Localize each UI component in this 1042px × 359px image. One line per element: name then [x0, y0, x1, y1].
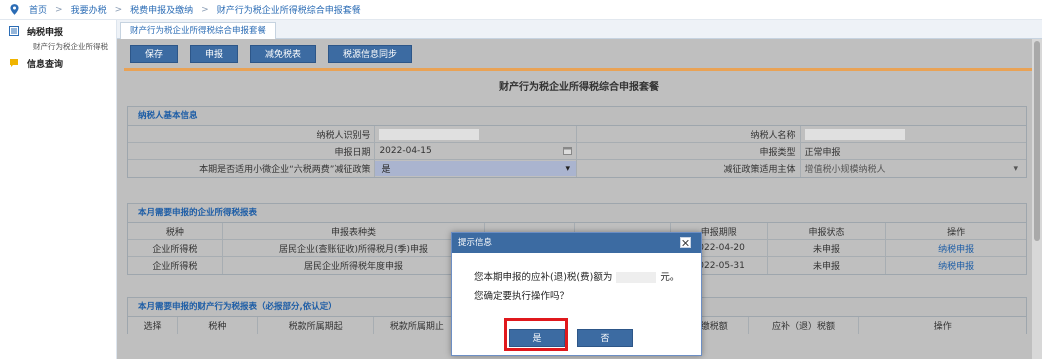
- taxpayer-id-label: 纳税人识别号: [128, 126, 376, 142]
- message-line-1: 您本期申报的应补(退)税(费)额为 元。: [474, 268, 701, 287]
- declare-button[interactable]: 申报: [190, 44, 239, 63]
- masked-amount: [616, 272, 657, 283]
- column-header: 税种: [128, 223, 223, 239]
- breadcrumb-tax-services[interactable]: 我要办税: [71, 3, 107, 16]
- subject-value: 增值税小规模纳税人: [804, 165, 886, 175]
- close-icon[interactable]: [680, 237, 691, 248]
- column-header: 操作: [947, 227, 966, 238]
- declare-date-field[interactable]: 2022-04-15: [375, 143, 577, 159]
- declare-date-label: 申报日期: [128, 143, 376, 159]
- save-button[interactable]: 保存: [130, 44, 179, 63]
- chevron-down-icon: ▾: [565, 163, 570, 174]
- sidebar: 纳税申报 财产行为税企业所得税 信息查询: [0, 20, 117, 359]
- form-type: 居民企业(查账征收)所得税月(季)申报: [223, 240, 486, 256]
- section-title: 纳税人基本信息: [128, 107, 1026, 126]
- breadcrumb-home[interactable]: 首页: [29, 3, 47, 16]
- dialog-title: 提示信息: [458, 238, 493, 248]
- sidebar-group-tax-declare[interactable]: 纳税申报: [0, 23, 116, 39]
- column-header: 税种: [178, 317, 258, 334]
- confirm-no-button[interactable]: 否: [577, 329, 633, 347]
- sidebar-group-label: 信息查询: [27, 59, 64, 70]
- table-row: 纳税人识别号 纳税人名称: [128, 126, 1026, 143]
- confirm-dialog: 提示信息 您本期申报的应补(退)税(费)额为 元。 您确定要执行操作吗？ 是 否: [451, 232, 702, 356]
- page-title: 财产行为税企业所得税综合申报套餐: [499, 82, 659, 93]
- message-line-2: 您确定要执行操作吗？: [474, 291, 570, 302]
- policy-select[interactable]: 是 ▾: [375, 160, 577, 177]
- column-header: 申报状态: [768, 223, 887, 239]
- sidebar-item-property-income-tax[interactable]: 财产行为税企业所得税: [0, 39, 116, 55]
- chat-icon: [10, 59, 18, 67]
- sidebar-group-info-query[interactable]: 信息查询: [0, 55, 116, 71]
- list-icon: [9, 26, 19, 36]
- highlight-box: [504, 318, 568, 351]
- form-type: 居民企业所得税年度申报: [223, 257, 486, 274]
- breadcrumb-separator: >: [201, 4, 209, 15]
- subject-label: 减征政策适用主体: [577, 160, 801, 177]
- breadcrumb-current: 财产行为税企业所得税综合申报套餐: [216, 6, 361, 16]
- taxpayer-id-field[interactable]: [375, 126, 577, 142]
- declare-type-value: 正常申报: [804, 147, 841, 158]
- masked-value: [379, 128, 480, 140]
- declare-link[interactable]: 纳税申报: [886, 257, 1026, 274]
- status-badge: 未申报: [768, 257, 887, 274]
- declare-link[interactable]: 纳税申报: [886, 240, 1026, 256]
- masked-value: [804, 128, 905, 140]
- dialog-message: 您本期申报的应补(退)税(费)额为 元。 您确定要执行操作吗？: [452, 253, 701, 306]
- column-header: 选择: [128, 317, 178, 334]
- tax-type: 企业所得税: [128, 257, 223, 274]
- toolbar: 保存 申报 减免税表 税源信息同步: [117, 39, 1042, 68]
- chevron-down-icon: ▾: [1013, 163, 1018, 174]
- taxpayer-name-label: 纳税人名称: [577, 126, 801, 142]
- message-prefix: 您本期申报的应补(退)税(费)额为: [474, 272, 613, 283]
- column-header: 应补（退）税额: [749, 317, 860, 334]
- dialog-buttons: 是 否: [452, 326, 701, 350]
- column-header: 申报表种类: [223, 223, 486, 239]
- subject-select[interactable]: 增值税小规模纳税人 ▾: [801, 160, 1027, 177]
- taxpayer-basic-info: 纳税人基本信息 纳税人识别号 纳税人名称 申报日期 2022-04-15 申报类…: [127, 106, 1027, 178]
- tax-type: 企业所得税: [128, 240, 223, 256]
- section-title: 本月需要申报的企业所得税报表: [128, 204, 1026, 223]
- table-row: 本期是否适用小微企业“六税两费”减征政策 是 ▾ 减征政策适用主体 增值税小规模纳…: [128, 160, 1026, 177]
- vertical-scrollbar[interactable]: [1032, 39, 1042, 359]
- scrollbar-thumb[interactable]: [1034, 41, 1040, 241]
- table-row: 申报日期 2022-04-15 申报类型 正常申报: [128, 143, 1026, 160]
- column-header: 税款所属期止: [374, 317, 461, 334]
- breadcrumb-separator: >: [55, 4, 63, 15]
- sidebar-group-label: 纳税申报: [27, 27, 64, 38]
- calendar-icon[interactable]: [563, 147, 572, 155]
- status-badge: 未申报: [768, 240, 887, 256]
- location-pin-icon: [10, 4, 19, 15]
- sync-tax-source-button[interactable]: 税源信息同步: [328, 44, 413, 63]
- policy-value: 是: [381, 165, 391, 175]
- declare-date-value: 2022-04-15: [379, 146, 432, 156]
- breadcrumb-separator: >: [114, 4, 123, 15]
- breadcrumb-tax-declare[interactable]: 税费申报及缴纳: [130, 3, 193, 16]
- tab-combined-declaration[interactable]: 财产行为税企业所得税综合申报套餐: [120, 22, 277, 39]
- tab-bar: 财产行为税企业所得税综合申报套餐: [117, 20, 1042, 39]
- policy-label: 本期是否适用小微企业“六税两费”减征政策: [128, 160, 376, 177]
- taxpayer-name-field[interactable]: [801, 126, 1027, 142]
- column-header: 操作: [933, 322, 952, 332]
- breadcrumb: 首页 > 我要办税 > 税费申报及缴纳 > 财产行为税企业所得税综合申报套餐: [0, 0, 1042, 20]
- column-header: 税款所属期起: [258, 317, 375, 334]
- message-suffix: 元。: [660, 272, 680, 283]
- dialog-header: 提示信息: [452, 233, 701, 253]
- declare-type-label: 申报类型: [577, 143, 801, 159]
- tax-reduction-form-button[interactable]: 减免税表: [250, 44, 317, 63]
